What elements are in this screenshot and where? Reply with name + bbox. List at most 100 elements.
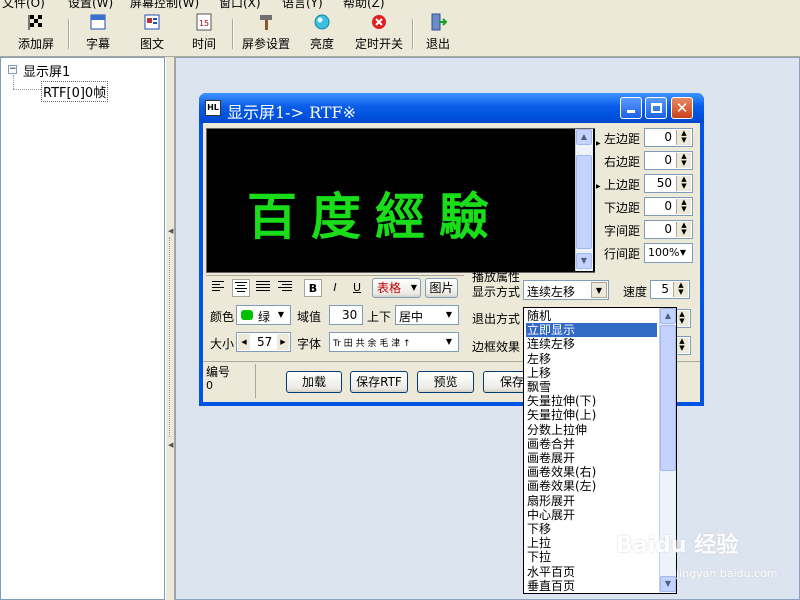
right-margin-spinner[interactable]: 0 ▲ ▼ <box>644 151 693 170</box>
spin-updown-icon[interactable]: ▲ ▼ <box>676 222 691 237</box>
tree-item-rtf[interactable]: RTF[0]0帧 <box>41 81 109 102</box>
dropdown-option[interactable]: 矢量拉伸(下) <box>526 394 657 408</box>
dropdown-option[interactable]: 连续左移 <box>526 337 657 351</box>
save-button[interactable]: 保存 <box>483 371 527 393</box>
dropdown-option[interactable]: 随机 <box>526 309 657 323</box>
side-splitter[interactable]: ▶ ▶ <box>595 128 603 273</box>
subtitle-button[interactable]: 字幕 <box>80 11 116 55</box>
led-preview: 百度經驗 <box>206 128 596 273</box>
font-select[interactable]: Tr 田 共 余 毛 津 ↑ ▼ <box>329 332 459 352</box>
table-dropdown-button[interactable]: 表格 ▼ <box>372 278 421 298</box>
dropdown-option[interactable]: 分数上拉伸 <box>526 423 657 437</box>
position-label: 上下 <box>367 310 392 324</box>
field-value-input[interactable]: 30 <box>329 305 363 325</box>
scroll-down-icon[interactable]: ▼ <box>576 253 592 269</box>
align-justify-icon[interactable] <box>254 279 272 297</box>
splitter-right-arrow-icon: ▶ <box>596 140 601 147</box>
scroll-up-icon[interactable]: ▲ <box>576 129 592 145</box>
scroll-thumb[interactable] <box>660 325 676 471</box>
top-margin-spinner[interactable]: 50 ▲ ▼ <box>644 174 693 193</box>
timer-switch-button[interactable]: 定时开关 <box>352 11 406 55</box>
left-margin-label: 左边距 <box>604 132 641 146</box>
preview-scrollbar[interactable]: ▲ ▼ <box>575 129 593 271</box>
menu-screen-control[interactable]: 屏幕控制(W) <box>130 0 199 9</box>
dropdown-option[interactable]: 垂直百页 <box>526 579 657 593</box>
splitter-grip <box>169 237 171 437</box>
screen-params-button[interactable]: 屏参设置 <box>238 11 294 55</box>
timer-switch-label: 定时开关 <box>354 37 403 51</box>
image-text-button[interactable]: 图文 <box>134 11 170 55</box>
toolbar-separator <box>412 19 414 49</box>
menu-language[interactable]: 语言(Y) <box>282 0 323 9</box>
dropdown-option[interactable]: 矢量拉伸(上) <box>526 408 657 422</box>
position-select[interactable]: 居中 ▼ <box>395 305 459 325</box>
underline-button[interactable]: U <box>348 279 366 297</box>
line-spacing-select[interactable]: 100% ▼ <box>644 243 693 263</box>
toolbar: 添加屏 字幕 图文 15 时间 屏参设置 亮度 定时开关 退出 <box>0 9 800 57</box>
scroll-up-icon[interactable]: ▲ <box>660 308 676 324</box>
bottom-margin-spinner[interactable]: 0 ▲ ▼ <box>644 197 693 216</box>
display-mode-select[interactable]: 连续左移 ▼ <box>523 280 609 300</box>
dropdown-option[interactable]: 上移 <box>526 366 657 380</box>
increase-arrow-icon[interactable]: ▶ <box>277 334 289 350</box>
menu-bar: 文件(O) 设置(W) 屏幕控制(W) 窗口(X) 语言(Y) 帮助(Z) <box>0 0 800 9</box>
exit-button[interactable]: 退出 <box>420 11 456 55</box>
menu-help[interactable]: 帮助(Z) <box>343 0 385 9</box>
spin-updown-icon[interactable]: ▲ ▼ <box>676 176 691 191</box>
scroll-thumb[interactable] <box>576 155 592 249</box>
minimize-button[interactable] <box>620 97 642 119</box>
dropdown-option[interactable]: 水平百页 <box>526 565 657 579</box>
preview-button[interactable]: 预览 <box>417 371 474 393</box>
italic-button[interactable]: I <box>326 279 344 297</box>
spin-updown-icon[interactable]: ▲ ▼ <box>676 130 691 145</box>
dropdown-option[interactable]: 立即显示 <box>526 323 657 338</box>
tree-collapse-toggle[interactable]: − <box>8 65 17 74</box>
time-button[interactable]: 15 时间 <box>186 11 222 55</box>
menu-file[interactable]: 文件(O) <box>2 0 45 9</box>
add-screen-label: 添加屏 <box>17 37 54 51</box>
save-rtf-button[interactable]: 保存RTF <box>350 371 408 393</box>
char-spacing-spinner[interactable]: 0 ▲ ▼ <box>644 220 693 239</box>
table-label: 表格 <box>377 281 402 295</box>
speed-spinner[interactable]: 5 ▲ ▼ <box>650 280 690 299</box>
tree-connector <box>13 89 41 90</box>
dropdown-option[interactable]: 画卷效果(左) <box>526 479 657 493</box>
tree-item-screen1[interactable]: 显示屏1 <box>23 61 70 80</box>
menu-settings[interactable]: 设置(W) <box>68 0 113 9</box>
align-left-icon[interactable] <box>210 279 228 297</box>
window-title-bar[interactable]: HL 显示屏1-> RTF※ ✕ <box>199 93 704 123</box>
menu-window[interactable]: 窗口(X) <box>219 0 261 9</box>
left-margin-spinner[interactable]: 0 ▲ ▼ <box>644 128 693 147</box>
align-center-icon[interactable] <box>232 279 250 297</box>
close-button[interactable]: ✕ <box>671 97 693 119</box>
panel-splitter[interactable]: ◀ ◀ <box>165 57 175 600</box>
exit-door-icon <box>429 13 448 31</box>
scroll-down-icon[interactable]: ▼ <box>660 576 676 592</box>
maximize-icon <box>650 103 662 113</box>
size-label: 大小 <box>210 337 235 351</box>
spin-updown-icon[interactable]: ▲ ▼ <box>676 153 691 168</box>
align-right-icon[interactable] <box>276 279 294 297</box>
color-value: 绿 <box>258 310 271 324</box>
dropdown-option[interactable]: 飘雪 <box>526 380 657 394</box>
add-screen-button[interactable]: 添加屏 <box>8 11 64 55</box>
left-margin-value: 0 <box>664 130 672 144</box>
color-select[interactable]: 绿 ▼ <box>236 305 291 325</box>
size-stepper[interactable]: ◀ 57 ▶ <box>236 332 291 352</box>
dropdown-option[interactable]: 中心展开 <box>526 508 657 522</box>
dropdown-option[interactable]: 扇形展开 <box>526 494 657 508</box>
load-button[interactable]: 加载 <box>286 371 342 393</box>
image-button[interactable]: 图片 <box>425 278 458 298</box>
dropdown-option[interactable]: 画卷展开 <box>526 451 657 465</box>
spin-updown-icon[interactable]: ▲ ▼ <box>673 282 688 297</box>
dropdown-option[interactable]: 左移 <box>526 352 657 366</box>
chevron-down-icon: ▼ <box>445 310 453 319</box>
spin-updown-icon[interactable]: ▲ ▼ <box>676 199 691 214</box>
maximize-button[interactable] <box>645 97 667 119</box>
image-text-label: 图文 <box>139 37 164 51</box>
brightness-button[interactable]: 亮度 <box>304 11 340 55</box>
bold-button[interactable]: B <box>304 279 322 297</box>
dropdown-option[interactable]: 画卷合并 <box>526 437 657 451</box>
decrease-arrow-icon[interactable]: ◀ <box>238 334 250 350</box>
dropdown-option[interactable]: 画卷效果(右) <box>526 465 657 479</box>
